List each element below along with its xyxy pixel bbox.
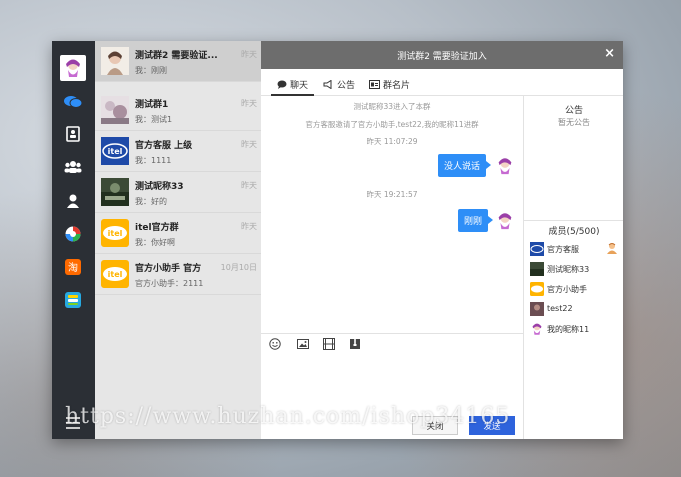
member-item[interactable]: 官方小助手 — [530, 282, 622, 298]
group-info-panel: 公告 暂无公告 成员(5/500) 官方客服 测试昵称33 官方小助手 test… — [523, 96, 623, 439]
list-item[interactable]: 测试群1 昨天 我：测试1 — [95, 90, 261, 131]
owner-badge-icon — [606, 242, 618, 254]
list-item[interactable]: itel 官方小助手 官方 10月10日 官方小助手：2111 — [95, 254, 261, 295]
itel-logo-avatar: itel — [101, 219, 129, 247]
group-users-icon[interactable] — [64, 158, 82, 176]
group-avatar — [101, 47, 129, 75]
megaphone-icon — [323, 79, 332, 89]
emoji-icon[interactable] — [269, 338, 281, 350]
members-title: 成员(5/500) — [548, 227, 600, 237]
itel-logo-avatar: itel — [101, 260, 129, 288]
timestamp: 昨天 11:07:29 — [366, 137, 418, 146]
close-icon[interactable]: × — [604, 46, 615, 61]
anime-avatar-icon — [530, 322, 544, 336]
tab-notice[interactable]: 公告 — [323, 74, 355, 94]
member-item[interactable]: 我的昵称11 — [530, 322, 622, 338]
message-bubble: 刚刚 — [458, 209, 494, 232]
notice-text: 暂无公告 — [558, 118, 590, 127]
list-item[interactable]: itel itel官方群 昨天 我：你好啊 — [95, 213, 261, 254]
layers-app-icon[interactable] — [64, 291, 82, 309]
message-area: 测试昵称33进入了本群 官方客服邀请了官方小助手,test22,我的昵称11进群… — [261, 96, 523, 333]
member-item[interactable]: test22 — [530, 302, 622, 318]
window-titlebar: 测试群2 需要验证加入 × — [261, 41, 623, 69]
group-avatar — [101, 96, 129, 124]
list-item[interactable]: 测试昵称33 昨天 我：好的 — [95, 172, 261, 213]
image-icon[interactable] — [297, 338, 309, 350]
user-avatar — [530, 302, 544, 316]
anime-avatar-icon — [495, 211, 515, 231]
user-profile-icon[interactable] — [64, 192, 82, 210]
watermark-text: https://www.huzhan.com/ishop34165 — [65, 404, 511, 429]
conversation-list: 测试群2 需要验证... 昨天 我：刚刚 测试群1 昨天 我：测试1 itel … — [95, 41, 262, 439]
tab-chat[interactable]: 聊天 — [271, 74, 315, 96]
member-item[interactable]: 测试昵称33 — [530, 262, 622, 278]
svg-text:淘: 淘 — [68, 261, 78, 274]
chat-icon — [277, 80, 287, 89]
window-title: 测试群2 需要验证加入 — [397, 52, 487, 62]
contacts-book-icon[interactable] — [64, 125, 82, 143]
message-bubble: 没人说话 — [438, 154, 492, 177]
archive-file-icon[interactable] — [349, 338, 361, 350]
divider — [524, 220, 623, 221]
anime-avatar-icon — [66, 59, 80, 77]
itel-logo-avatar — [530, 242, 544, 256]
member-item[interactable]: 官方客服 — [530, 242, 622, 258]
chat-bubble-icon[interactable] — [64, 93, 82, 111]
chat-tabs: 聊天 公告 群名片 — [261, 69, 623, 96]
app-shortcut-icon[interactable] — [64, 225, 82, 243]
nav-rail: 淘 — [52, 41, 95, 439]
list-item[interactable]: 测试群2 需要验证... 昨天 我：刚刚 — [95, 41, 261, 82]
anime-avatar-icon — [495, 156, 515, 176]
system-message: 官方客服邀请了官方小助手,test22,我的昵称11进群 — [305, 120, 479, 129]
system-message: 测试昵称33进入了本群 — [353, 102, 431, 111]
itel-logo-avatar — [530, 282, 544, 296]
svg-text:itel: itel — [108, 229, 123, 238]
video-file-icon[interactable] — [323, 338, 335, 350]
chat-window: 淘 测试群2 需要验证... 昨天 我：刚刚 测试群1 昨天 我：测试1 ite… — [52, 41, 623, 439]
list-item[interactable]: itel 官方客服 上级 昨天 我：1111 — [95, 131, 261, 172]
tab-group-card[interactable]: 群名片 — [369, 74, 410, 94]
input-toolbar — [261, 333, 523, 354]
user-avatar — [530, 262, 544, 276]
timestamp: 昨天 19:21:57 — [366, 190, 418, 199]
taobao-icon[interactable]: 淘 — [64, 258, 82, 276]
id-card-icon — [369, 79, 380, 89]
user-avatar — [101, 178, 129, 206]
my-avatar[interactable] — [60, 55, 86, 81]
notice-title: 公告 — [564, 106, 583, 116]
svg-text:itel: itel — [108, 270, 123, 279]
svg-text:itel: itel — [108, 147, 123, 156]
itel-logo-avatar: itel — [101, 137, 129, 165]
